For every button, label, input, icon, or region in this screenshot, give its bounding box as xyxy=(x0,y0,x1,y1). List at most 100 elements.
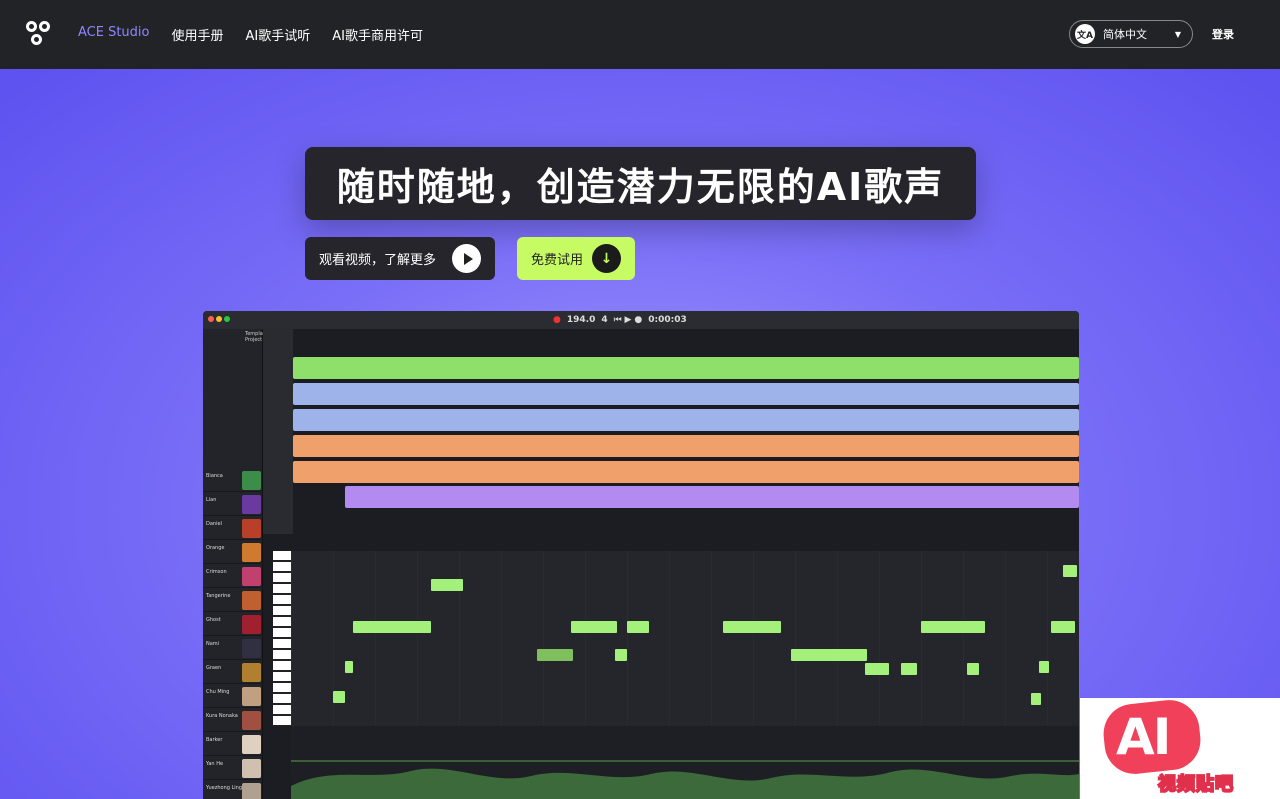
singer-avatar xyxy=(242,591,261,610)
piano-roll[interactable] xyxy=(291,551,1079,726)
singer-item[interactable]: Yan He xyxy=(203,757,263,780)
watch-video-button[interactable]: 观看视频，了解更多 xyxy=(305,237,495,280)
watermark: AI 视频贴吧 xyxy=(1080,697,1280,799)
singer-item[interactable]: Barker xyxy=(203,733,263,756)
singer-item[interactable]: Nami xyxy=(203,637,263,660)
piano-note[interactable] xyxy=(431,579,463,591)
singer-name: Ghost xyxy=(206,617,221,623)
piano-note[interactable] xyxy=(345,661,353,673)
singer-item[interactable]: Yuezhong Ling xyxy=(203,781,263,799)
singer-name: Nami xyxy=(206,641,220,647)
singer-item[interactable]: Lian xyxy=(203,493,263,516)
singer-name: Bianca xyxy=(206,473,223,479)
singer-sidebar: Template Project Bianca Lian Daniel Orange C… xyxy=(203,329,268,799)
singer-item[interactable]: Graen xyxy=(203,661,263,684)
nav-link-ace-studio[interactable]: ACE Studio xyxy=(78,25,150,44)
piano-note[interactable] xyxy=(571,621,617,633)
piano-note[interactable] xyxy=(791,649,867,661)
piano-note[interactable] xyxy=(333,691,345,703)
singer-avatar xyxy=(242,543,261,562)
playback-controls-icon: ⏮ ▶ ● xyxy=(613,315,643,325)
singer-avatar xyxy=(242,615,261,634)
watermark-text: 视频贴吧 xyxy=(1157,773,1234,796)
piano-note[interactable] xyxy=(1051,621,1075,633)
singer-avatar xyxy=(242,663,261,682)
piano-keys xyxy=(273,551,291,726)
singer-name: Kura Nonaka xyxy=(206,713,238,719)
nav-link-manual[interactable]: 使用手册 xyxy=(172,25,224,44)
singer-avatar xyxy=(242,759,261,778)
singer-avatar xyxy=(242,567,261,586)
top-nav: ACE Studio 使用手册 AI歌手试听 AI歌手商用许可 文A 简体中文 … xyxy=(0,0,1280,69)
free-trial-label: 免费试用 xyxy=(531,253,584,268)
singer-item[interactable]: Crimson xyxy=(203,565,263,588)
singer-item[interactable]: Tangerine xyxy=(203,589,263,612)
piano-note[interactable] xyxy=(865,663,889,675)
singer-avatar xyxy=(242,687,261,706)
piano-note[interactable] xyxy=(967,663,979,675)
hero-headline: 随时随地，创造潜力无限的AI歌声 xyxy=(305,147,976,220)
singer-avatar xyxy=(242,495,261,514)
piano-note[interactable] xyxy=(353,621,431,633)
watch-video-label: 观看视频，了解更多 xyxy=(319,253,437,268)
parameter-curve-panel[interactable] xyxy=(291,726,1079,799)
piano-note[interactable] xyxy=(627,621,649,633)
singer-name: Yuezhong Ling xyxy=(206,785,243,791)
free-trial-button[interactable]: 免费试用 ↓ xyxy=(517,237,635,280)
singer-name: Yan He xyxy=(206,761,224,767)
singer-name: Orange xyxy=(206,545,225,551)
close-dot-icon xyxy=(208,316,214,322)
singer-item[interactable]: Ghost xyxy=(203,613,263,636)
singer-name: Tangerine xyxy=(206,593,231,599)
singer-name: Barker xyxy=(206,737,223,743)
singer-item[interactable]: Daniel xyxy=(203,517,263,540)
app-titlebar: ● 194.0 4 ⏮ ▶ ● 0:00:03 xyxy=(203,311,1079,329)
piano-note[interactable] xyxy=(1031,693,1041,705)
watermark-logo-text: AI xyxy=(1116,708,1171,766)
ace-logo-icon[interactable] xyxy=(26,20,52,49)
track-lane-2 xyxy=(293,383,1079,405)
chevron-down-icon: ▼ xyxy=(1174,29,1181,39)
singer-item[interactable]: Chu Ming xyxy=(203,685,263,708)
singer-name: Lian xyxy=(206,497,217,503)
singer-avatar xyxy=(242,783,261,799)
translate-icon: 文A xyxy=(1075,24,1095,44)
nav-link-commercial-license[interactable]: AI歌手商用许可 xyxy=(332,25,423,44)
piano-note[interactable] xyxy=(723,621,781,633)
transport-bar: ● 194.0 4 ⏮ ▶ ● 0:00:03 xyxy=(553,313,753,327)
pitch-curve xyxy=(291,760,1079,799)
singer-name: Graen xyxy=(206,665,222,671)
beats-value: 4 xyxy=(601,315,608,325)
track-lane-1 xyxy=(293,357,1079,379)
minimize-dot-icon xyxy=(216,316,222,322)
piano-note[interactable] xyxy=(1039,661,1049,673)
time-display: 0:00:03 xyxy=(648,315,687,325)
record-icon: ● xyxy=(553,315,561,325)
piano-note[interactable] xyxy=(537,649,573,661)
singer-avatar xyxy=(242,735,261,754)
singer-item[interactable]: Bianca xyxy=(203,469,263,492)
singer-item[interactable]: Kura Nonaka xyxy=(203,709,263,732)
tempo-value: 194.0 xyxy=(566,315,596,325)
nav-link-singer-preview[interactable]: AI歌手试听 xyxy=(246,25,311,44)
singer-avatar xyxy=(242,519,261,538)
piano-note[interactable] xyxy=(1063,565,1077,577)
track-lane-3 xyxy=(293,409,1079,431)
play-icon xyxy=(452,244,481,273)
login-button[interactable]: 登录 xyxy=(1212,26,1234,42)
language-label: 简体中文 xyxy=(1103,28,1147,41)
maximize-dot-icon xyxy=(224,316,230,322)
piano-note[interactable] xyxy=(921,621,985,633)
download-icon: ↓ xyxy=(592,244,621,273)
app-screenshot: ● 194.0 4 ⏮ ▶ ● 0:00:03 Template Project… xyxy=(203,311,1079,799)
singer-avatar xyxy=(242,471,261,490)
audio-waveform-lane xyxy=(345,486,1079,508)
singer-name: Daniel xyxy=(206,521,222,527)
singer-avatar xyxy=(242,639,261,658)
track-lane-4 xyxy=(293,435,1079,457)
piano-note[interactable] xyxy=(901,663,917,675)
singer-item[interactable]: Orange xyxy=(203,541,263,564)
language-selector[interactable]: 文A 简体中文 ▼ xyxy=(1069,20,1193,48)
track-lane-5 xyxy=(293,461,1079,483)
piano-note[interactable] xyxy=(615,649,627,661)
